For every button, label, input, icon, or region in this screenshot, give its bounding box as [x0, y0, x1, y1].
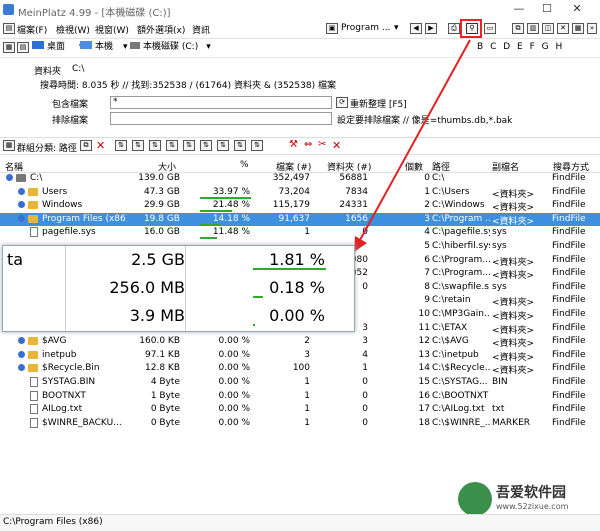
status-path: C:\Program Files (x86)	[3, 517, 103, 527]
zoom-size: 3.9 MB	[129, 306, 185, 325]
zoom-bar	[253, 324, 255, 326]
zoom-size: 256.0 MB	[109, 278, 185, 297]
watermark-brand: 吾爱软件园	[496, 485, 566, 501]
watermark-logo	[458, 482, 492, 516]
zoom-row: 3.9 MB 0.00 %	[3, 302, 354, 330]
zoom-overlay: ta 2.5 GB 1.81 % 256.0 MB 0.18 % 3.9 MB …	[2, 245, 355, 332]
watermark-url: www.52zixue.com	[496, 502, 569, 511]
arrow-line	[359, 39, 471, 241]
zoom-divider	[65, 246, 66, 331]
zoom-bar	[253, 296, 263, 298]
zoom-divider	[185, 246, 186, 331]
zoom-percent: 1.81 %	[269, 250, 325, 269]
zoom-percent: 0.00 %	[269, 306, 325, 325]
zoom-bar	[253, 268, 326, 270]
zoom-row: 256.0 MB 0.18 %	[3, 274, 354, 302]
zoom-name: ta	[7, 250, 24, 269]
status-bar: C:\Program Files (x86)	[0, 514, 600, 531]
zoom-percent: 0.18 %	[269, 278, 325, 297]
zoom-size: 2.5 GB	[131, 250, 185, 269]
